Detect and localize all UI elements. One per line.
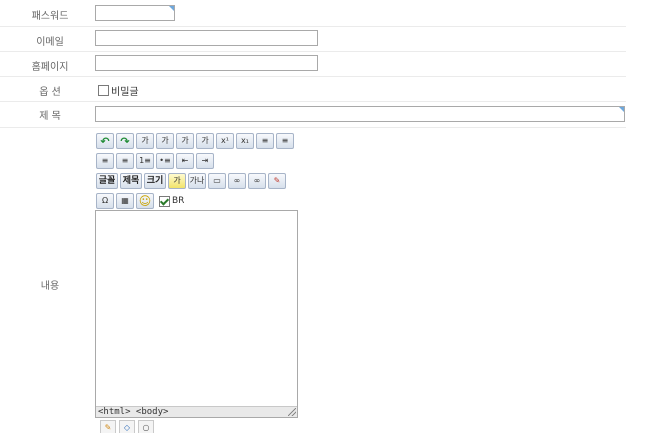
content-editor[interactable]: <html> <body>: [95, 210, 298, 418]
wysiwyg-mode-icon[interactable]: ✎: [100, 420, 116, 433]
unlink-icon[interactable]: ∞: [248, 173, 266, 189]
homepage-row: 홈페이지: [0, 52, 626, 77]
unordered-list-icon[interactable]: •≡: [156, 153, 174, 169]
title-row: 제 목: [0, 102, 626, 128]
password-row: 패스워드: [0, 0, 626, 27]
emoticon-icon[interactable]: ☺: [136, 193, 154, 209]
source-mode-icon[interactable]: ◇: [119, 420, 135, 433]
password-label: 패스워드: [31, 11, 69, 22]
br-checkbox[interactable]: [159, 195, 170, 207]
outdent-icon[interactable]: ⇤: [176, 153, 194, 169]
table-icon[interactable]: ▦: [116, 193, 134, 209]
font-color-icon[interactable]: 가나: [188, 173, 206, 189]
toolbar-row-3: 글꼴 제목 크기 가 가나 ▭ ∞ ∞ ✎: [96, 173, 286, 189]
image-icon[interactable]: ▭: [208, 173, 226, 189]
indent-icon[interactable]: ⇥: [196, 153, 214, 169]
link-icon[interactable]: ∞: [228, 173, 246, 189]
editor-status-path: <html> <body>: [96, 406, 297, 417]
toolbar-row-1: ↶ ↷ 가 가 가 가 x¹ x₁ ≡ ≡: [96, 133, 294, 149]
italic-icon[interactable]: 가: [196, 133, 214, 149]
secret-option[interactable]: 비밀글: [98, 83, 139, 98]
homepage-input[interactable]: [95, 55, 318, 71]
align-left-icon[interactable]: ≡: [256, 133, 274, 149]
heading-button[interactable]: 제목: [120, 173, 142, 189]
superscript-icon[interactable]: x¹: [216, 133, 234, 149]
content-label: 내용: [40, 281, 60, 292]
email-label: 이메일: [36, 37, 64, 48]
highlight-icon[interactable]: 가: [168, 173, 186, 189]
resize-grip-icon[interactable]: [288, 408, 296, 416]
redo-icon[interactable]: ↷: [116, 133, 134, 149]
option-label: 옵 션: [39, 87, 61, 98]
secret-checkbox[interactable]: [98, 85, 109, 96]
editor-mode-tabs: ✎ ◇ ○: [100, 420, 154, 433]
homepage-label: 홈페이지: [31, 62, 69, 73]
toolbar-row-2: ≡ ≡ 1≡ •≡ ⇤ ⇥: [96, 153, 214, 169]
toolbar-row-4: Ω ▦ ☺ BR: [96, 193, 184, 209]
font-button[interactable]: 글꼴: [96, 173, 118, 189]
option-row: 옵 션 비밀글: [0, 77, 626, 102]
password-input[interactable]: [95, 5, 175, 21]
align-right-icon[interactable]: ≡: [96, 153, 114, 169]
undo-icon[interactable]: ↶: [96, 133, 114, 149]
secret-label: 비밀글: [111, 87, 139, 98]
align-justify-icon[interactable]: ≡: [116, 153, 134, 169]
br-label: BR: [172, 196, 185, 206]
special-char-icon[interactable]: Ω: [96, 193, 114, 209]
ordered-list-icon[interactable]: 1≡: [136, 153, 154, 169]
eraser-icon[interactable]: ✎: [268, 173, 286, 189]
preview-mode-icon[interactable]: ○: [138, 420, 154, 433]
title-input[interactable]: [95, 106, 625, 122]
email-input[interactable]: [95, 30, 318, 46]
strikethrough-icon[interactable]: 가: [176, 133, 194, 149]
align-center-icon[interactable]: ≡: [276, 133, 294, 149]
subscript-icon[interactable]: x₁: [236, 133, 254, 149]
br-option[interactable]: BR: [159, 195, 185, 207]
title-label: 제 목: [39, 111, 61, 122]
bold-icon[interactable]: 가: [136, 133, 154, 149]
email-row: 이메일: [0, 27, 626, 52]
size-button[interactable]: 크기: [144, 173, 166, 189]
underline-icon[interactable]: 가: [156, 133, 174, 149]
